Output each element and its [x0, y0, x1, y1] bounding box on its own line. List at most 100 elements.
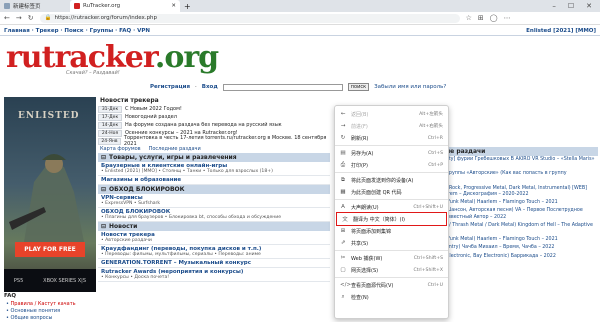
search-button[interactable]: поиск [347, 83, 370, 91]
context-menu-item[interactable]: ⧉ 将此页面发送到你的设备(A) [335, 174, 448, 186]
context-menu-item[interactable]: 文翻译为 中文（简体）(I) [336, 212, 447, 226]
context-menu-item[interactable]: → 前进(F) Alt+右箭头 [335, 120, 448, 132]
browser-tab-rutracker[interactable]: RuTracker.org ✕ [70, 0, 180, 12]
menu-item-icon: ⊞ [340, 228, 346, 234]
faq-link[interactable]: • Правила / Кастут качать [6, 301, 76, 308]
menu-item-label: 返回(B) [351, 111, 369, 118]
menu-item-label: 刷新(R) [351, 135, 369, 142]
forward-icon[interactable]: → [16, 14, 22, 22]
collapse-icon[interactable]: ⊟ [101, 154, 106, 161]
forum-map-link[interactable]: Карта форумов [100, 146, 141, 152]
news-link[interactable]: На форуме создана раздача без перевода н… [125, 122, 282, 128]
news-row: 31-Дек С Новым 2022 Годом! [98, 105, 330, 113]
collapse-icon[interactable]: ⊟ [101, 186, 106, 193]
collections-icon[interactable]: ⊞ [478, 14, 484, 22]
menu-item-shortcut: Ctrl+Shift+S [413, 255, 443, 261]
forum-row: Браузерные и клиентские онлайн-игры • Enl… [98, 162, 330, 176]
menu-item-icon: A [341, 204, 345, 210]
menu-item-label: 大声朗读(U) [351, 204, 379, 211]
section-header[interactable]: ⊟ Товары, услуги, игры и развлечения [98, 153, 330, 162]
forum-link[interactable]: GENERATION.TORRENT – Музыкальный конкурс [101, 260, 327, 266]
news-title: Новости трекера [100, 97, 159, 104]
play-for-free-button[interactable]: PLAY FOR FREE [15, 242, 85, 257]
context-menu-item[interactable]: ▦ 为此页面创建 QR 代码 [335, 186, 448, 198]
login-bar: Регистрация · Вход поиск Забыли имя или … [150, 83, 447, 91]
new-tab-button[interactable]: + [180, 2, 195, 11]
tab-label: 新建标签页 [13, 4, 41, 10]
url-field[interactable]: 🔒 https://rutracker.org/forum/index.php [39, 13, 460, 23]
top-nav-right-link[interactable]: Enlisted [2021] [MMO] [526, 28, 596, 34]
menu-item-shortcut: Ctrl+S [428, 150, 443, 156]
menu-item-shortcut: Ctrl+U [427, 282, 443, 288]
news-row: 14-Дек На форуме создана раздача без пере… [98, 121, 330, 129]
ad-banner[interactable]: ENLISTED PLAY FOR FREE PS5 XBOX SERIES X… [4, 97, 96, 292]
faq-link[interactable]: • Основные понятия [6, 308, 76, 315]
menu-item-label: 打印(P) [351, 162, 368, 169]
context-menu-item[interactable]: ▤ 另存为(A) Ctrl+S [335, 147, 448, 159]
maximize-icon[interactable]: ☐ [568, 2, 574, 10]
context-menu-item[interactable]: ⇗ 共享(S) [335, 237, 448, 249]
menu-item-label: 将此页面发送到你的设备(A) [351, 177, 414, 184]
context-menu-item[interactable]: ↻ 刷新(R) Ctrl+R [335, 132, 448, 144]
login-link[interactable]: Вход [202, 84, 218, 90]
browser-tab-new[interactable]: 新建标签页 [0, 0, 70, 12]
menu-item-icon: ⧉ [341, 176, 345, 183]
close-window-icon[interactable]: ✕ [586, 2, 592, 10]
rutracker-favicon-icon [74, 3, 80, 9]
forum-link[interactable]: Магазины и образование [101, 177, 327, 183]
context-menu: ← 返回(B) Alt+左箭头 → 前进(F) Alt+右箭头 ↻ 刷新(R) Ctrl+R ▤ 另… [334, 105, 449, 319]
search-input[interactable] [222, 83, 343, 91]
context-menu-item[interactable]: A 大声朗读(U) Ctrl+Shift+U [335, 201, 448, 213]
section-header[interactable]: ⊟ Новости [98, 222, 330, 231]
menu-item-shortcut: Ctrl+R [427, 135, 443, 141]
favorites-icon[interactable]: ☆ [466, 14, 472, 22]
context-menu-item[interactable]: ⎙ 打印(P) Ctrl+P [335, 159, 448, 171]
profile-icon[interactable]: ◯ [490, 14, 498, 22]
menu-item-label: 共享(S) [351, 240, 369, 247]
menu-separator [335, 145, 448, 146]
context-menu-item[interactable]: ⊞ 将页面添加到集锦 [335, 225, 448, 237]
menu-item-icon: 文 [342, 217, 348, 223]
news-date: 24-Янв [98, 137, 121, 145]
subforum-links[interactable]: • ExpressVPN • Surfshark [101, 201, 327, 206]
context-menu-item[interactable]: ← 返回(B) Alt+左箭头 [335, 108, 448, 120]
context-menu-item[interactable]: ✂ Web 捕获(W) Ctrl+Shift+S [335, 252, 448, 264]
minimize-icon[interactable]: – [552, 2, 556, 10]
news-date: 14-Дек [98, 121, 122, 129]
news-link[interactable]: С Новым 2022 Годом! [125, 106, 182, 112]
menu-item-icon: </> [340, 282, 352, 288]
menu-item-icon: ⇗ [340, 240, 346, 246]
subforum-links[interactable]: • Enlisted (2021) [MMO] • Стоянщ • Танки… [101, 169, 327, 174]
menu-item-icon: ⎙ [340, 161, 346, 168]
menu-item-label: 前进(F) [351, 123, 368, 130]
subforum-links[interactable]: • Переводы: фильмы, мультфильмы, сериалы… [101, 252, 327, 257]
collapse-icon[interactable]: ⊟ [101, 223, 106, 230]
context-menu-item[interactable]: </> 查看页面源代码(V) Ctrl+U [335, 279, 448, 291]
subforum-links[interactable]: • Плагины для браузеров • Блокировка bt,… [101, 215, 327, 220]
menu-item-icon: ▤ [340, 150, 346, 156]
reload-icon[interactable]: ↻ [28, 14, 34, 22]
forum-row: VPN-сервисы • ExpressVPN • Surfshark [98, 194, 330, 208]
new-tab-icon [4, 3, 10, 9]
latest-releases-link[interactable]: Последние раздачи [149, 146, 201, 152]
news-date: 24-Ноя [98, 129, 122, 137]
divider [0, 35, 600, 36]
ad-title: ENLISTED [18, 111, 80, 121]
more-icon[interactable]: ⋯ [504, 14, 511, 22]
section-header[interactable]: ⊟ ОБХОД БЛОКИРОВОК [98, 185, 330, 194]
ad-platforms: PS5 XBOX SERIES X|S [4, 269, 96, 292]
menu-item-shortcut: Ctrl+Shift+X [413, 267, 443, 273]
news-link[interactable]: Новогодний раздел [125, 114, 177, 120]
back-icon[interactable]: ← [4, 14, 10, 22]
top-nav-links[interactable]: Главная · Трекер · Поиск · Группы · FAQ … [4, 28, 150, 34]
subforum-links[interactable]: • Авторские раздачи [101, 238, 327, 243]
register-link[interactable]: Регистрация [150, 84, 190, 90]
menu-item-icon: → [340, 123, 346, 129]
subforum-links[interactable]: • Конкурсы • Доска почета! [101, 275, 327, 280]
context-menu-item[interactable]: ▢ 网页选择(S) Ctrl+Shift+X [335, 264, 448, 276]
close-tab-icon[interactable]: ✕ [171, 3, 176, 9]
lock-icon: 🔒 [44, 15, 52, 21]
context-menu-item[interactable]: ⌕ 检查(N) [335, 291, 448, 303]
forgot-password-link[interactable]: Забыли имя или пароль? [374, 84, 446, 90]
menu-item-icon: ← [340, 111, 346, 117]
